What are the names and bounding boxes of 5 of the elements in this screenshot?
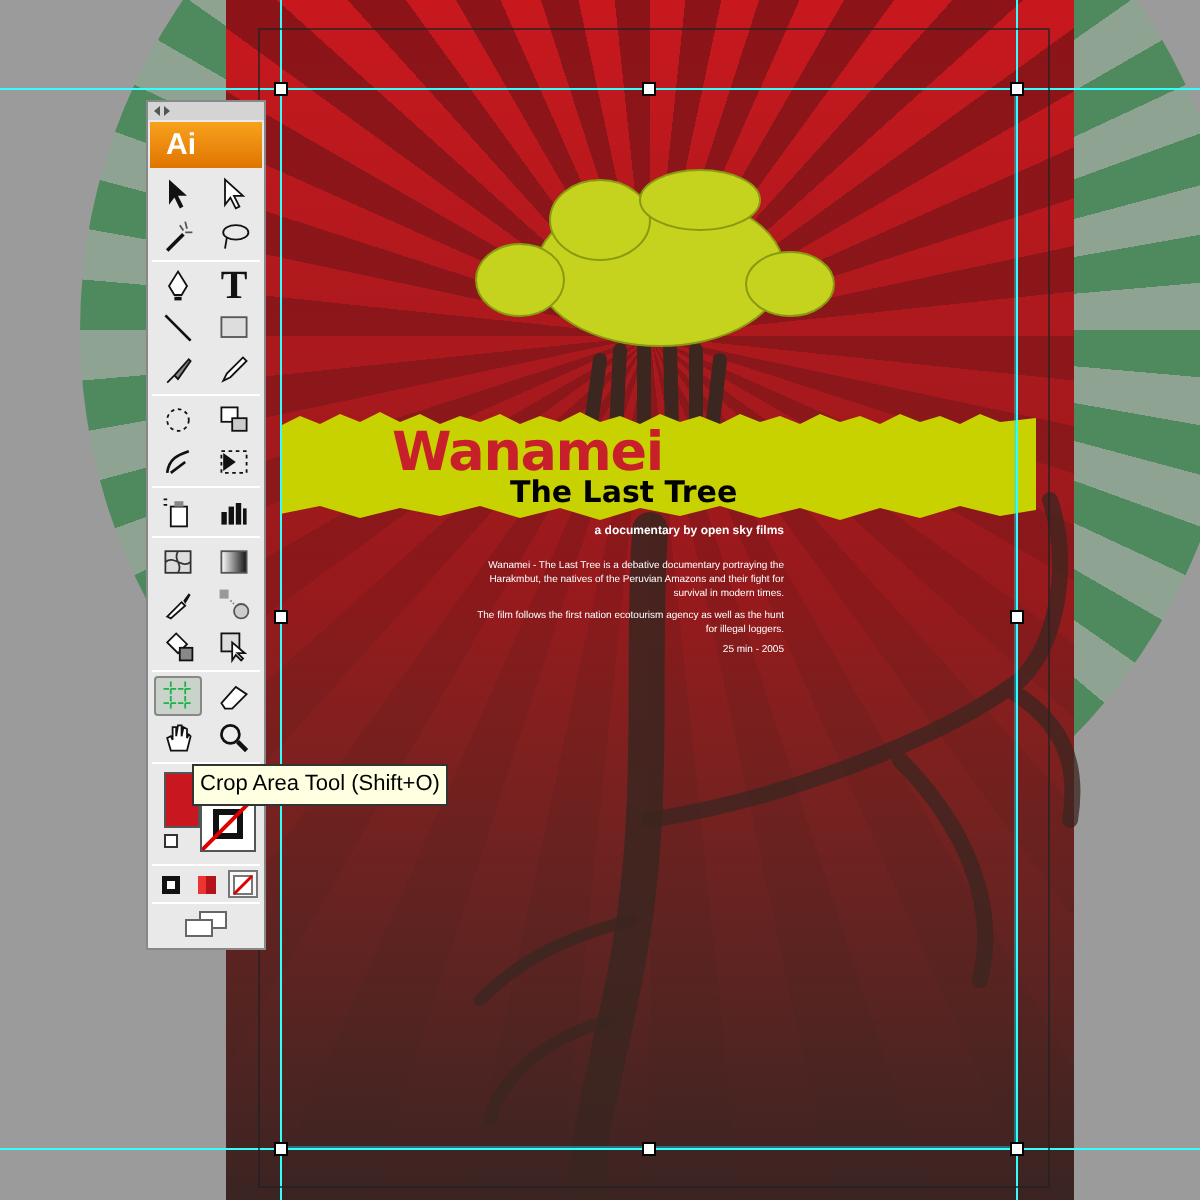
tool-button[interactable]: T xyxy=(210,266,258,306)
tooltip: Crop Area Tool (Shift+O) xyxy=(192,764,448,805)
poster-title: Wanamei xyxy=(392,426,663,480)
poster-subtitle: The Last Tree xyxy=(510,478,738,508)
app-logo: Ai xyxy=(150,122,262,168)
